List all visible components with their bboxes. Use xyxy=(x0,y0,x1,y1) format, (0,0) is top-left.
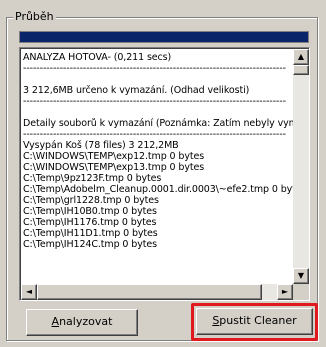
log-line: C:\Temp\grl1228.tmp 0 bytes xyxy=(23,195,159,206)
progress-fill xyxy=(20,32,308,42)
log-line: C:\WINDOWS\TEMP\exp12.tmp 0 bytes xyxy=(23,151,205,162)
vertical-scrollbar[interactable]: ▲ ▼ xyxy=(293,49,309,284)
log-line: C:\WINDOWS\TEMP\exp13.tmp 0 bytes xyxy=(23,162,205,173)
log-line: C:\Temp\IH11D1.tmp 0 bytes xyxy=(23,228,158,239)
analyze-label: nalyzovat xyxy=(59,315,113,328)
log-text-area[interactable]: ANALÝZA HOTOVA- (0,211 secs) ------------… xyxy=(23,52,293,282)
log-line: C:\Temp\9pz123F.tmp 0 bytes xyxy=(23,173,162,184)
log-line: C:\Temp\IH10B0.tmp 0 bytes xyxy=(23,206,157,217)
results-log[interactable]: ANALÝZA HOTOVA- (0,211 secs) ------------… xyxy=(19,47,310,301)
scroll-down-icon[interactable]: ▼ xyxy=(293,268,309,284)
vertical-scroll-thumb[interactable] xyxy=(293,65,309,75)
scrollbar-corner xyxy=(293,284,309,300)
progress-bar xyxy=(19,31,309,43)
horizontal-scrollbar[interactable]: ◄ ► xyxy=(21,284,293,300)
groupbox-title: Průběh xyxy=(13,10,56,23)
highlight-box xyxy=(191,303,318,341)
log-line: ----------------------------------------… xyxy=(23,129,286,140)
horizontal-scroll-thumb[interactable] xyxy=(37,284,262,300)
log-line: Detaily souborů k vymazání (Poznámka: Za… xyxy=(23,118,293,129)
analyze-accesskey: A xyxy=(51,315,60,328)
log-line: ----------------------------------------… xyxy=(23,96,286,107)
log-line: C:\Temp\IH124C.tmp 0 bytes xyxy=(23,239,157,250)
scroll-left-icon[interactable]: ◄ xyxy=(21,284,37,300)
log-line: C:\Temp\Adobelm_Cleanup.0001.dir.0003\~e… xyxy=(23,184,293,195)
analyze-button[interactable]: Analyzovat xyxy=(26,309,138,336)
log-line: ----------------------------------------… xyxy=(23,63,286,74)
scroll-right-icon[interactable]: ► xyxy=(277,284,293,300)
log-line: ANALÝZA HOTOVA- (0,211 secs) xyxy=(23,52,172,63)
log-line: 3 212,6MB určeno k vymazání. (Odhad veli… xyxy=(23,85,250,96)
scroll-up-icon[interactable]: ▲ xyxy=(293,49,309,65)
log-line: C:\Temp\IH1176.tmp 0 bytes xyxy=(23,217,157,228)
log-line: Vysypán Koš (78 files) 3 212,2MB xyxy=(23,140,179,151)
